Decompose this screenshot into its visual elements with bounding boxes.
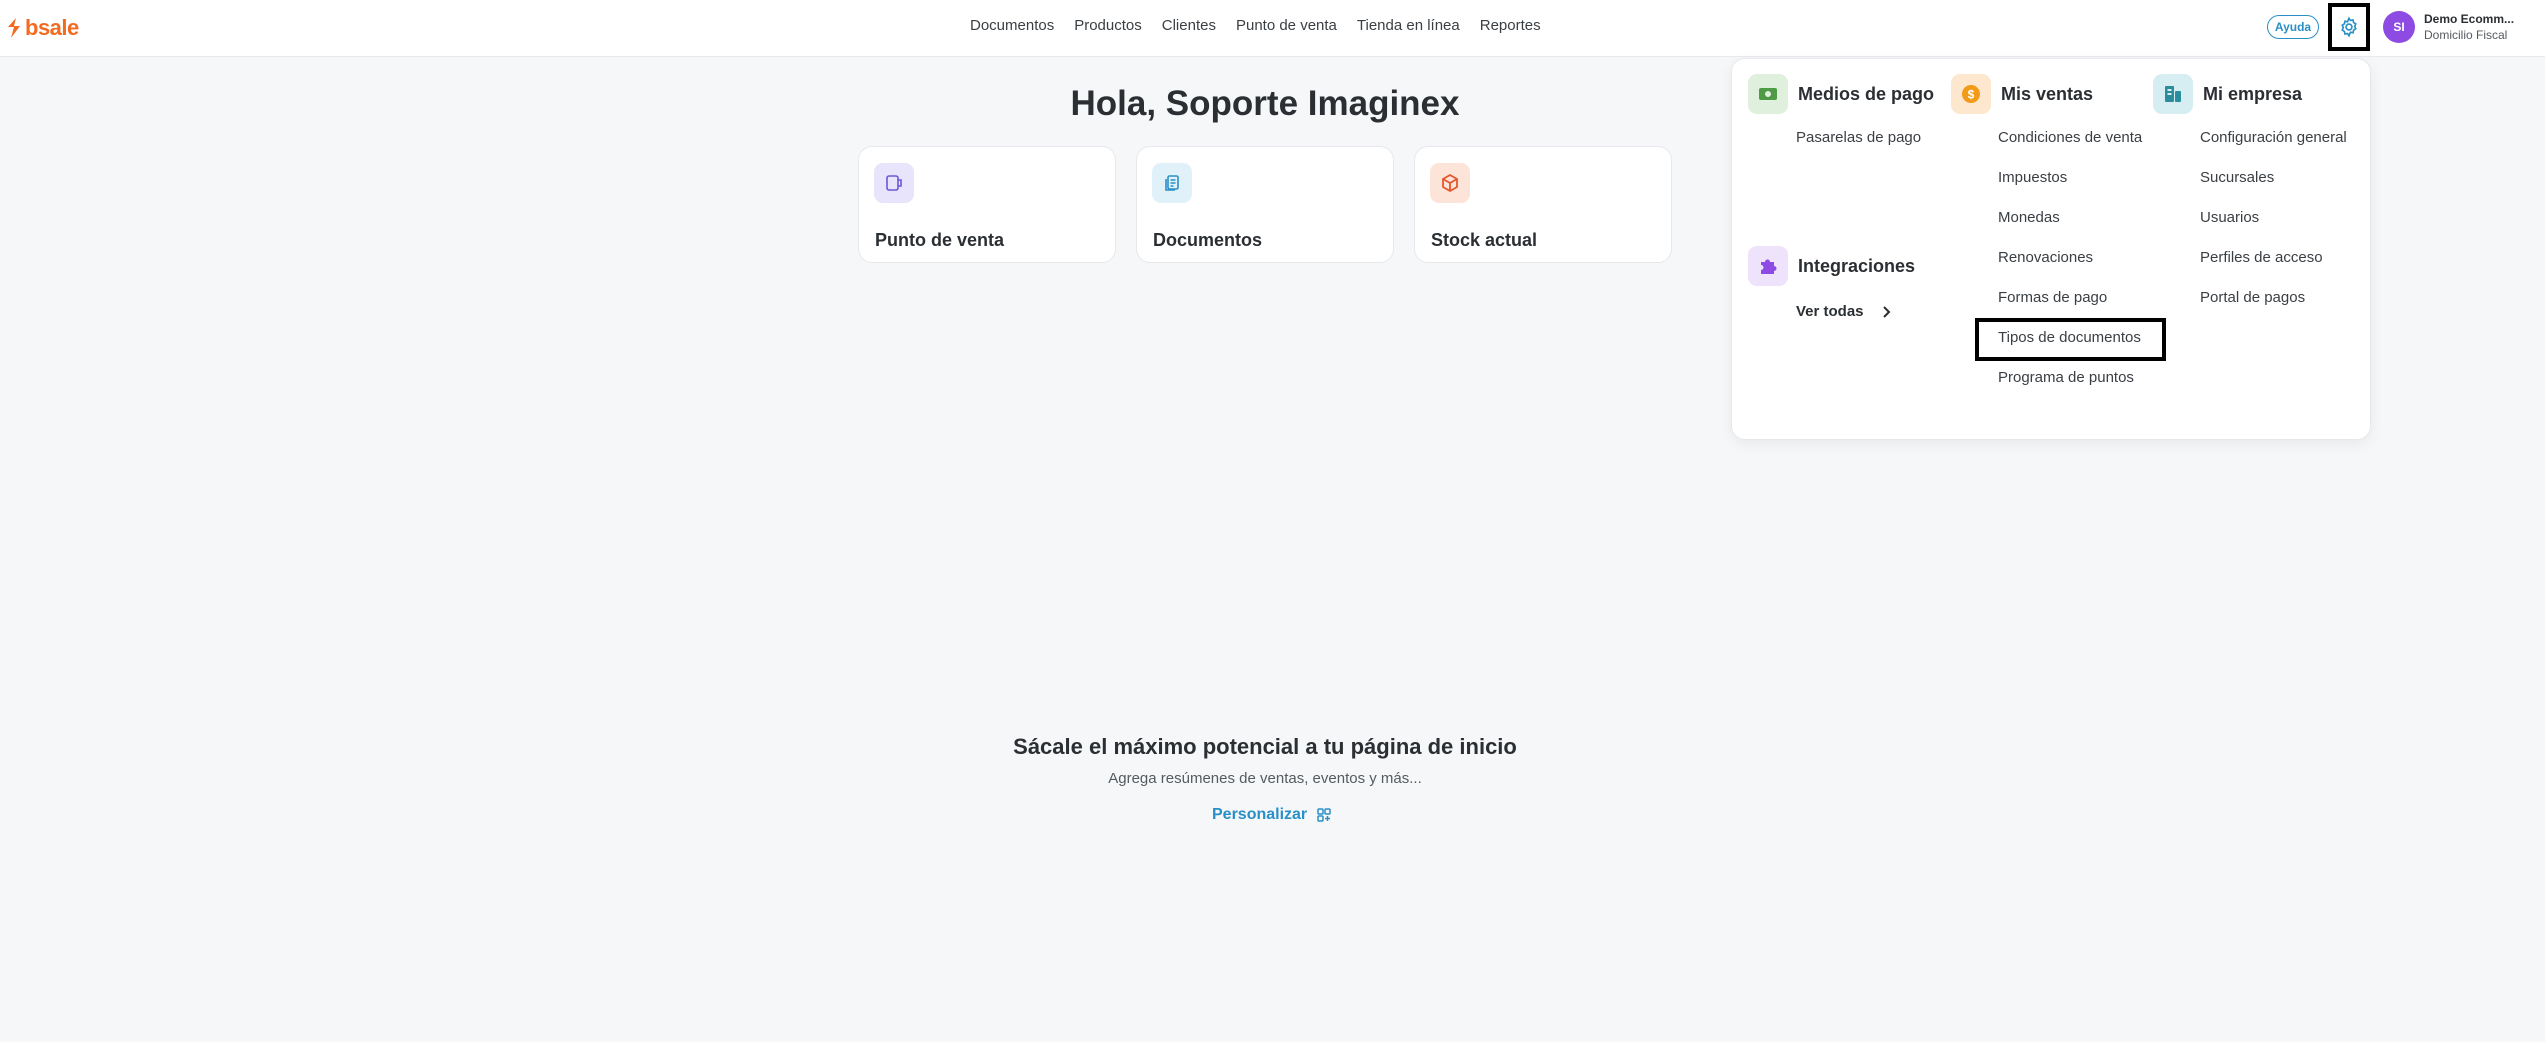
top-bar: bsale Documentos Productos Clientes Punt…: [0, 0, 2545, 57]
link-perfiles-de-acceso[interactable]: Perfiles de acceso: [2200, 249, 2323, 266]
section-title: Mi empresa: [2203, 83, 2303, 104]
section-mis-ventas: $ Mis ventas: [1951, 74, 2093, 114]
ver-todas-link[interactable]: Ver todas: [1796, 303, 1892, 320]
personalize-button[interactable]: Personalizar: [1212, 806, 1331, 824]
promo-subtitle: Agrega resúmenes de ventas, eventos y má…: [1108, 770, 1422, 787]
highlight-box: [1975, 318, 2166, 361]
promo-title: Sácale el máximo potencial a tu página d…: [1013, 734, 1517, 759]
card-label: Punto de venta: [875, 230, 1005, 250]
card-label: Stock actual: [1431, 230, 1538, 250]
link-portal-de-pagos[interactable]: Portal de pagos: [2200, 289, 2305, 306]
money-icon: [1748, 74, 1788, 114]
link-sucursales[interactable]: Sucursales: [2200, 169, 2274, 186]
section-integraciones: Integraciones: [1748, 246, 1915, 286]
section-mi-empresa: Mi empresa: [2153, 74, 2302, 114]
main-nav: Documentos Productos Clientes Punto de v…: [970, 17, 1541, 39]
link-renovaciones[interactable]: Renovaciones: [1998, 249, 2093, 266]
nav-reportes[interactable]: Reportes: [1480, 17, 1541, 39]
nav-documentos[interactable]: Documentos: [970, 17, 1054, 39]
settings-button[interactable]: [2328, 3, 2370, 51]
puzzle-icon: [1748, 246, 1788, 286]
card-label: Documentos: [1153, 230, 1263, 250]
card-documentos[interactable]: Documentos: [1136, 146, 1394, 263]
link-configuracion-general[interactable]: Configuración general: [2200, 129, 2347, 146]
link-formas-de-pago[interactable]: Formas de pago: [1998, 289, 2107, 306]
user-avatar[interactable]: SI: [2383, 11, 2415, 43]
chevron-right-icon: [1882, 305, 1890, 318]
link-monedas[interactable]: Monedas: [1998, 209, 2060, 226]
gear-icon: [2341, 16, 2357, 38]
bsale-logo-icon: [8, 18, 20, 38]
nav-productos[interactable]: Productos: [1074, 17, 1142, 39]
ver-todas-label: Ver todas: [1796, 303, 1864, 320]
nav-punto-de-venta[interactable]: Punto de venta: [1236, 17, 1337, 39]
nav-clientes[interactable]: Clientes: [1162, 17, 1216, 39]
box-icon: [1430, 163, 1470, 203]
widgets-icon: [1317, 808, 1331, 822]
help-button[interactable]: Ayuda: [2267, 15, 2319, 39]
card-stock-actual[interactable]: Stock actual: [1414, 146, 1672, 263]
company-name: Demo Ecomm...: [2424, 12, 2515, 26]
bsale-logo[interactable]: bsale: [6, 13, 79, 43]
section-title: Integraciones: [1798, 255, 1916, 276]
link-impuestos[interactable]: Impuestos: [1998, 169, 2067, 186]
company-subtitle: Domicilio Fiscal: [2424, 28, 2508, 42]
section-title: Medios de pago: [1798, 83, 1935, 104]
company-selector[interactable]: Demo Ecomm... Domicilio Fiscal: [2424, 12, 2540, 42]
documents-icon: [1152, 163, 1192, 203]
section-medios-de-pago: Medios de pago: [1748, 74, 1934, 114]
svg-text:$: $: [1968, 88, 1975, 102]
link-usuarios[interactable]: Usuarios: [2200, 209, 2259, 226]
coin-icon: $: [1951, 74, 1991, 114]
card-punto-de-venta[interactable]: Punto de venta: [858, 146, 1116, 263]
building-icon: [2153, 74, 2193, 114]
personalize-label: Personalizar: [1212, 806, 1308, 823]
section-title: Mis ventas: [2001, 83, 2094, 104]
settings-dropdown: Medios de pago Pasarelas de pago Integra…: [1731, 58, 2371, 440]
nav-tienda-en-linea[interactable]: Tienda en línea: [1357, 17, 1460, 39]
link-programa-de-puntos[interactable]: Programa de puntos: [1998, 369, 2134, 386]
pos-icon: [874, 163, 914, 203]
link-condiciones-de-venta[interactable]: Condiciones de venta: [1998, 129, 2142, 146]
page-title: Hola, Soporte Imaginex: [1070, 84, 1460, 123]
logo-text: bsale: [25, 15, 79, 40]
link-pasarelas-de-pago[interactable]: Pasarelas de pago: [1796, 129, 1921, 146]
